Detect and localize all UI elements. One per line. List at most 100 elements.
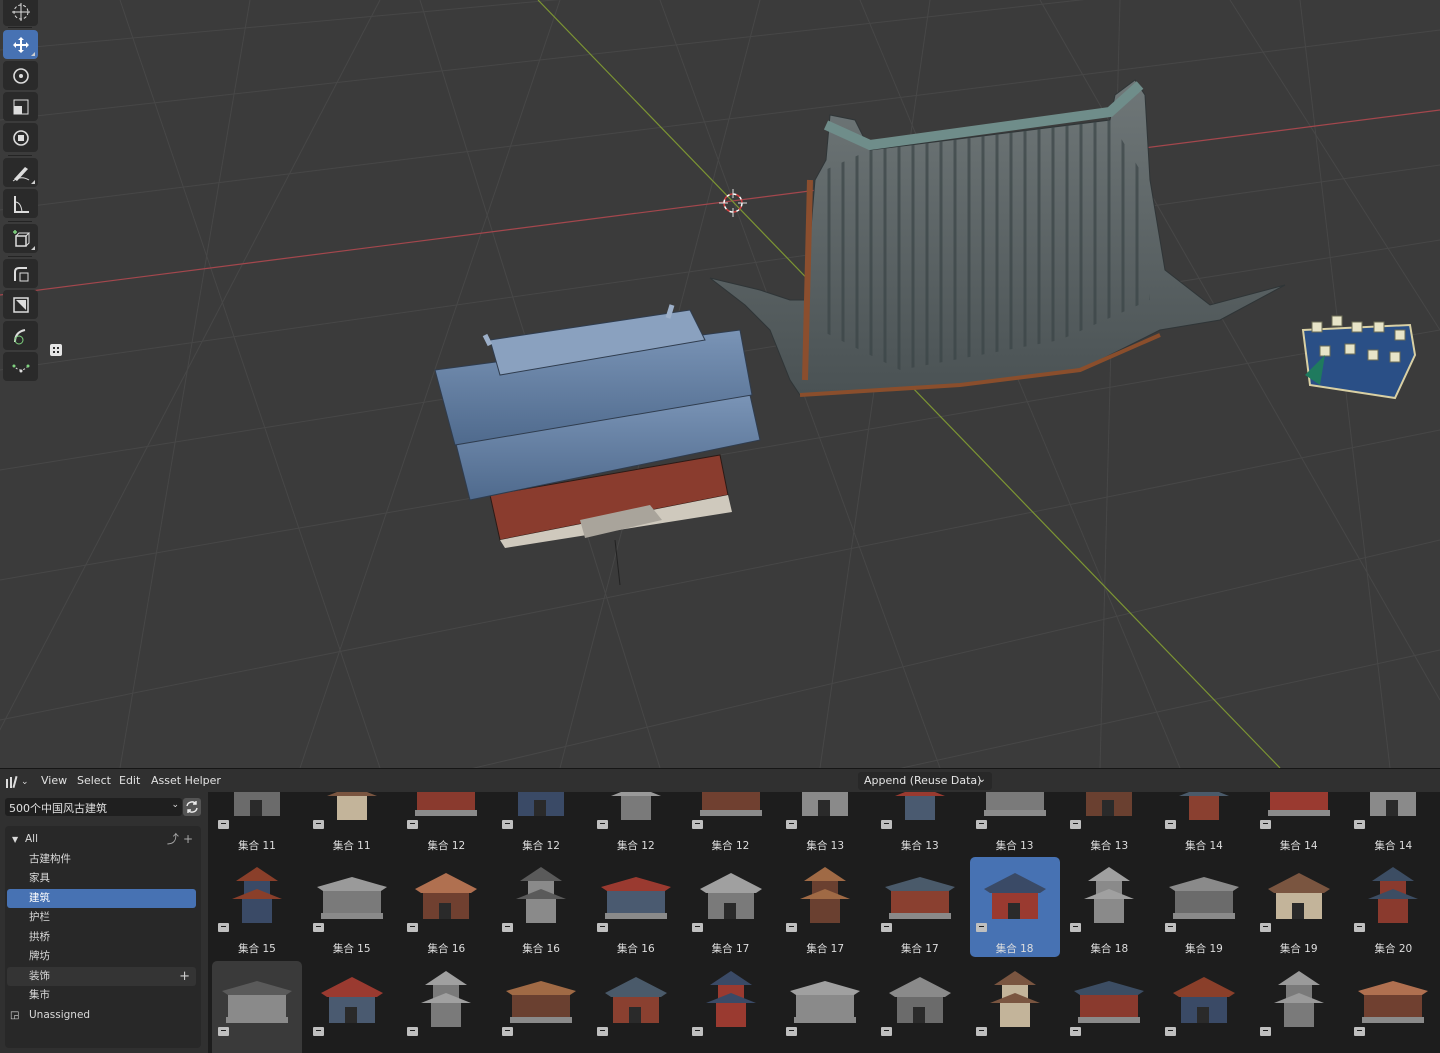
catalog-item[interactable]: 古建构件 bbox=[5, 850, 201, 869]
asset-name: 集合 20 bbox=[1374, 943, 1413, 955]
asset-thumbnail bbox=[1358, 981, 1429, 1023]
catalog-unassigned[interactable]: ◲ Unassigned bbox=[5, 1006, 201, 1025]
asset-tile[interactable]: 集合 12 bbox=[591, 792, 681, 854]
asset-thumbnail bbox=[1273, 971, 1324, 1027]
asset-tile[interactable]: 集合 13 bbox=[875, 792, 965, 854]
asset-tile[interactable]: 集合 19 bbox=[1159, 857, 1249, 957]
asset-thumbnail bbox=[989, 971, 1040, 1027]
scale-tool[interactable] bbox=[3, 92, 38, 121]
cursor-tool[interactable] bbox=[3, 0, 38, 26]
asset-tile[interactable]: 集合 12 bbox=[686, 792, 776, 854]
editor-type-button[interactable]: ⌄ bbox=[5, 773, 31, 790]
asset-tile[interactable]: 集合 14 bbox=[1254, 792, 1344, 854]
asset-name: 集合 15 bbox=[238, 943, 276, 955]
inset-tool[interactable] bbox=[3, 290, 38, 319]
3d-viewport[interactable] bbox=[0, 0, 1440, 768]
asset-tile[interactable]: 集合 15 bbox=[307, 857, 397, 957]
rotate-tool[interactable] bbox=[3, 61, 38, 90]
asset-tile[interactable] bbox=[1254, 961, 1344, 1053]
shear-tool[interactable] bbox=[3, 352, 38, 381]
add-cube-tool[interactable] bbox=[3, 224, 38, 253]
temple-model bbox=[434, 304, 761, 586]
asset-tile[interactable] bbox=[1064, 961, 1154, 1053]
catalog-item[interactable]: 牌坊 bbox=[5, 947, 201, 966]
asset-thumbnail bbox=[232, 867, 282, 923]
asset-tile[interactable]: 集合 15 bbox=[212, 857, 302, 957]
asset-tile[interactable]: 集合 16 bbox=[496, 857, 586, 957]
asset-thumbnail bbox=[699, 873, 762, 919]
asset-tile[interactable]: 集合 18 bbox=[1064, 857, 1154, 957]
catalog-item[interactable]: 家具 bbox=[5, 869, 201, 888]
asset-tile[interactable]: 集合 17 bbox=[686, 857, 776, 957]
menu-select[interactable]: Select bbox=[77, 774, 111, 787]
new-catalog-from-icon[interactable]: ⤴ bbox=[167, 830, 179, 849]
asset-tile[interactable] bbox=[307, 961, 397, 1053]
asset-tile[interactable] bbox=[1348, 961, 1438, 1053]
viewport-scene bbox=[0, 0, 1440, 768]
asset-tile[interactable]: 集合 13 bbox=[970, 792, 1060, 854]
catalog-item[interactable]: 拱桥 bbox=[5, 928, 201, 947]
menu-view[interactable]: View bbox=[41, 774, 67, 787]
asset-tile[interactable]: 集合 20 bbox=[1348, 857, 1438, 957]
asset-name: 集合 15 bbox=[332, 943, 371, 955]
asset-tile[interactable] bbox=[875, 961, 965, 1053]
collection-icon bbox=[407, 1027, 419, 1036]
asset-tile[interactable]: 集合 12 bbox=[496, 792, 586, 854]
transform-tool[interactable] bbox=[3, 123, 38, 152]
asset-tile-selected[interactable]: 集合 18 bbox=[969, 857, 1060, 957]
collection-icon bbox=[1354, 923, 1366, 932]
asset-tile[interactable]: 集合 11 bbox=[307, 792, 397, 854]
asset-library-dropdown[interactable]: 500个中国风古建筑 ⌄ bbox=[5, 798, 182, 816]
smooth-tool[interactable] bbox=[3, 321, 38, 350]
annotate-tool[interactable] bbox=[3, 158, 38, 187]
asset-tile[interactable] bbox=[780, 961, 870, 1053]
annotate-icon bbox=[12, 166, 29, 181]
catalog-item[interactable]: 集市 bbox=[5, 986, 201, 1005]
asset-name: 集合 19 bbox=[1279, 943, 1318, 955]
menu-edit[interactable]: Edit bbox=[119, 774, 140, 787]
refresh-library-button[interactable] bbox=[183, 798, 201, 816]
extrude-tool[interactable] bbox=[3, 259, 38, 288]
catalog-item-hovered[interactable]: 装饰 + bbox=[7, 967, 196, 986]
asset-tile[interactable]: 集合 17 bbox=[875, 857, 965, 957]
collection-icon bbox=[1259, 923, 1271, 932]
collection-icon bbox=[502, 923, 514, 932]
menu-asset-helper[interactable]: Asset Helper bbox=[151, 774, 221, 787]
asset-tile[interactable]: 集合 19 bbox=[1254, 857, 1344, 957]
disclosure-triangle-icon[interactable]: ▼ bbox=[12, 830, 18, 849]
move-tool[interactable] bbox=[3, 30, 38, 59]
add-subcatalog-icon[interactable]: + bbox=[179, 967, 190, 986]
measure-tool[interactable] bbox=[3, 189, 38, 218]
asset-tile[interactable]: 集合 16 bbox=[591, 857, 681, 957]
asset-tile[interactable]: 集合 14 bbox=[1348, 792, 1438, 854]
asset-tile[interactable] bbox=[212, 961, 302, 1053]
asset-tile[interactable] bbox=[1159, 961, 1249, 1053]
asset-tile[interactable] bbox=[401, 961, 491, 1053]
collection-icon bbox=[880, 923, 892, 932]
asset-tile[interactable]: 集合 14 bbox=[1159, 792, 1249, 854]
collection-icon bbox=[312, 820, 324, 829]
asset-tile[interactable]: 集合 16 bbox=[401, 857, 491, 957]
asset-tile[interactable] bbox=[686, 961, 776, 1053]
asset-tile[interactable]: 集合 12 bbox=[401, 792, 491, 854]
collection-icon bbox=[1165, 820, 1176, 829]
asset-thumbnail bbox=[1169, 877, 1239, 919]
asset-tile[interactable] bbox=[496, 961, 586, 1053]
shear-icon bbox=[12, 364, 29, 372]
catalog-item[interactable]: 护栏 bbox=[5, 908, 201, 927]
asset-name: 集合 13 bbox=[1090, 840, 1129, 852]
asset-thumbnail bbox=[790, 981, 861, 1023]
asset-name: 集合 12 bbox=[616, 840, 655, 852]
asset-tile[interactable] bbox=[970, 961, 1060, 1053]
asset-tile[interactable]: 集合 17 bbox=[780, 857, 870, 957]
asset-tile[interactable]: 集合 13 bbox=[1064, 792, 1154, 854]
asset-tile[interactable]: 集合 13 bbox=[780, 792, 870, 854]
tool-settings-toggle-icon[interactable] bbox=[48, 342, 64, 358]
asset-name: 集合 17 bbox=[711, 943, 750, 955]
add-catalog-icon[interactable]: + bbox=[183, 830, 193, 849]
catalog-item-selected[interactable]: 建筑 bbox=[7, 889, 196, 908]
catalog-all[interactable]: ▼ All ⤴ + bbox=[5, 830, 201, 849]
asset-tile[interactable]: 集合 11 bbox=[212, 792, 302, 854]
asset-tile[interactable] bbox=[591, 961, 681, 1053]
import-method-dropdown[interactable]: Append (Reuse Data) ⌄ bbox=[858, 772, 992, 790]
